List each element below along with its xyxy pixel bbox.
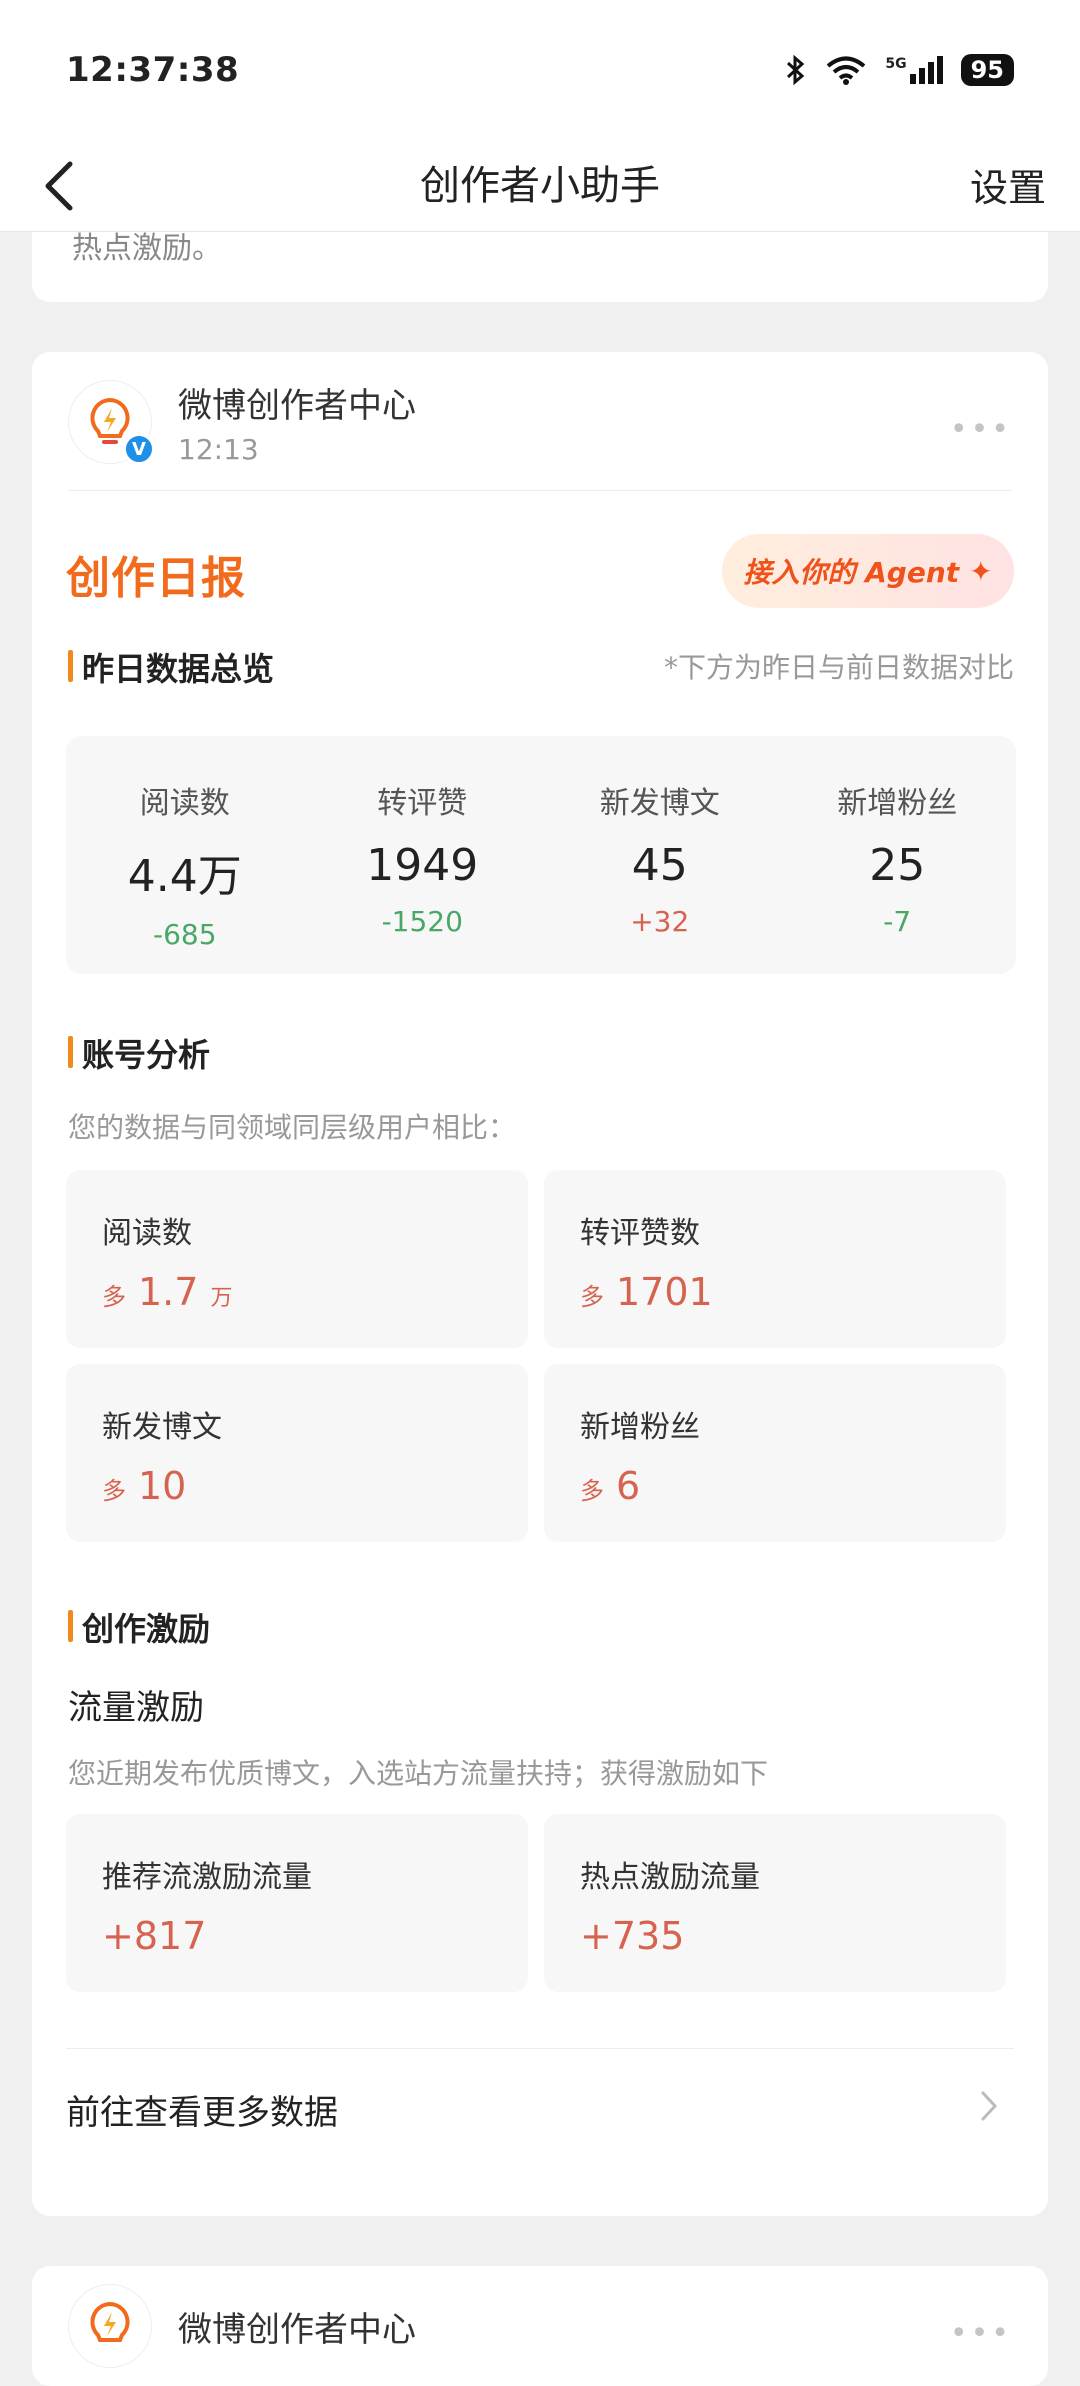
yesterday-section-title: 昨日数据总览 — [68, 644, 274, 690]
metric-delta: -7 — [883, 905, 912, 938]
analysis-item-prefix: 多 — [102, 1283, 126, 1311]
network-type: 5G — [885, 56, 907, 72]
connect-agent-button[interactable]: 接入你的 Agent ✦ — [722, 534, 1014, 608]
analysis-item-new-followers[interactable]: 新增粉丝 多6 — [544, 1364, 1006, 1542]
metric-value: 1949 — [366, 840, 479, 891]
status-time: 12:37:38 — [66, 50, 240, 90]
settings-button[interactable]: 设置 — [970, 140, 1046, 236]
bluetooth-icon — [787, 54, 805, 86]
lightbulb-bolt-icon — [90, 2301, 130, 2342]
metric-label: 新发博文 — [599, 786, 720, 821]
post-time: 12:13 — [178, 433, 259, 466]
analysis-item-label: 新发博文 — [102, 1410, 222, 1445]
analysis-item-unit: 万 — [210, 1286, 233, 1311]
metric-value: 25 — [869, 840, 926, 891]
incentive-item-hot[interactable]: 热点激励流量 +735 — [544, 1814, 1006, 1992]
incentive-item-value: +817 — [102, 1914, 207, 1958]
chevron-right-icon — [978, 2089, 1000, 2132]
metric-label: 阅读数 — [139, 786, 230, 821]
metric-label: 转评赞 — [377, 786, 468, 821]
analysis-item-label: 新增粉丝 — [580, 1410, 700, 1445]
metric-new-followers[interactable]: 新增粉丝 25 -7 — [779, 736, 1017, 974]
post-author-row[interactable]: V 微博创作者中心 12:13 — [68, 380, 416, 466]
analysis-item-engagement[interactable]: 转评赞数 多 1701 — [544, 1170, 1006, 1348]
analysis-item-label: 转评赞数 — [580, 1216, 700, 1251]
metric-engagement[interactable]: 转评赞 1949 -1520 — [304, 736, 542, 974]
navigation-bar: 创作者小助手 设置 — [0, 140, 1080, 232]
analysis-item-value: 1.7 — [138, 1270, 199, 1314]
author-name[interactable]: 微博创作者中心 — [178, 378, 416, 427]
report-title: 创作日报 — [66, 553, 246, 604]
analysis-item-label: 阅读数 — [102, 1216, 192, 1251]
analysis-item-value: 1701 — [616, 1270, 713, 1314]
battery-indicator: 95 — [960, 54, 1014, 86]
view-more-data-link[interactable]: 前往查看更多数据 — [66, 2048, 1014, 2158]
analysis-item-value: 10 — [138, 1464, 187, 1508]
analysis-item-new-posts[interactable]: 新发博文 多 10 — [66, 1364, 528, 1542]
metric-delta: -1520 — [381, 905, 463, 938]
signal-icon: 5G — [885, 56, 943, 84]
metric-delta: -685 — [152, 918, 217, 951]
page-title: 创作者小助手 — [420, 163, 660, 209]
incentive-item-value: +735 — [580, 1914, 685, 1958]
analysis-item-value: 6 — [616, 1464, 641, 1508]
analysis-description: 您的数据与同领域同层级用户相比： — [68, 1111, 517, 1144]
analysis-item-prefix: 多 — [102, 1477, 126, 1505]
metric-delta: +32 — [630, 905, 690, 938]
connect-agent-label: 接入你的 Agent — [743, 556, 960, 589]
header-divider — [68, 490, 1012, 491]
incentive-description: 您近期发布优质博文，入选站方流量扶持；获得激励如下 — [68, 1757, 769, 1790]
metric-value: 4.4万 — [127, 851, 242, 902]
comparison-note: *下方为昨日与前日数据对比 — [663, 651, 1014, 684]
avatar[interactable] — [68, 2284, 152, 2368]
metric-reads[interactable]: 阅读数 4.4万 -685 — [66, 736, 304, 974]
daily-report-card: V 微博创作者中心 12:13 ••• 创作日报 接入你的 Agent ✦ 昨日… — [32, 352, 1048, 2216]
analysis-grid: 阅读数 多 1.7 万 转评赞数 多 1701 新发博文 多 10 新增粉丝 多6 — [66, 1170, 1016, 1542]
verified-badge-icon: V — [123, 433, 155, 465]
traffic-incentive-title: 流量激励 — [68, 1688, 204, 1728]
view-more-data-label: 前往查看更多数据 — [66, 2093, 338, 2133]
metric-new-posts[interactable]: 新发博文 45 +32 — [541, 736, 779, 974]
incentive-item-label: 热点激励流量 — [580, 1860, 760, 1895]
incentive-item-label: 推荐流激励流量 — [102, 1860, 312, 1895]
status-icons: 5G 95 — [785, 54, 1014, 86]
analysis-section-title: 账号分析 — [68, 1030, 210, 1076]
next-post-card[interactable]: 微博创作者中心 ••• — [32, 2266, 1048, 2386]
status-bar: 12:37:38 5G 95 — [0, 0, 1080, 140]
author-name[interactable]: 微博创作者中心 — [178, 2302, 416, 2351]
avatar[interactable]: V — [68, 380, 155, 465]
yesterday-overview: 阅读数 4.4万 -685 转评赞 1949 -1520 新发博文 45 +32… — [66, 736, 1016, 974]
incentive-item-recommend[interactable]: 推荐流激励流量 +817 — [66, 1814, 528, 1992]
previous-post-tail-text: 热点激励。 — [72, 231, 222, 266]
previous-post-card[interactable]: 热点激励。 — [32, 232, 1048, 302]
analysis-item-prefix: 多 — [580, 1283, 604, 1311]
more-options-icon[interactable]: ••• — [950, 2316, 1012, 2351]
sparkle-icon: ✦ — [969, 554, 993, 588]
analysis-item-reads[interactable]: 阅读数 多 1.7 万 — [66, 1170, 528, 1348]
next-post-author-row[interactable]: 微博创作者中心 — [68, 2284, 416, 2368]
more-options-icon[interactable]: ••• — [950, 412, 1012, 447]
metric-label: 新增粉丝 — [837, 786, 958, 821]
incentive-grid: 推荐流激励流量 +817 热点激励流量 +735 — [66, 1814, 1016, 1992]
metric-value: 45 — [631, 840, 688, 891]
incentive-section-title: 创作激励 — [68, 1604, 210, 1650]
analysis-item-prefix: 多 — [580, 1477, 604, 1505]
wifi-icon — [827, 56, 866, 85]
